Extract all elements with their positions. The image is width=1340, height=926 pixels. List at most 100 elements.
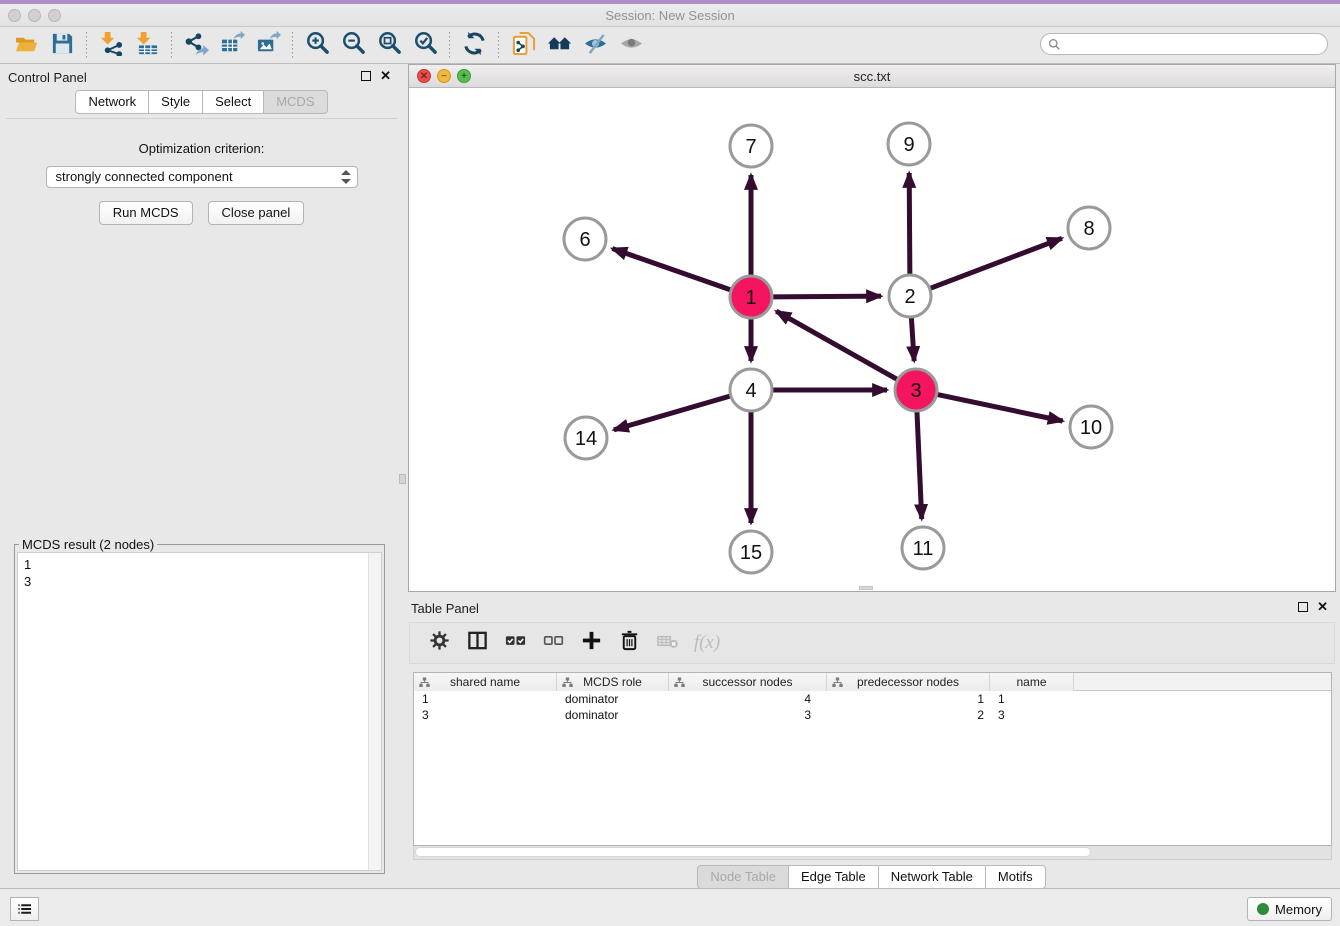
edge-3-1[interactable] <box>776 311 897 379</box>
node-14[interactable]: 14 <box>565 417 607 459</box>
edge-4-14[interactable] <box>614 396 730 430</box>
zoom-out-button[interactable] <box>335 31 371 61</box>
select-all-button[interactable] <box>498 627 532 659</box>
column-header-MCDS-role[interactable]: MCDS role <box>557 673 669 691</box>
show-all-button[interactable] <box>613 31 649 61</box>
cell-successor-nodes[interactable]: 3 <box>669 707 827 723</box>
float-panel-icon[interactable] <box>361 71 371 81</box>
close-table-panel-icon[interactable]: ✕ <box>1317 599 1328 615</box>
column-header-successor-nodes[interactable]: successor nodes <box>669 673 827 691</box>
table-row[interactable]: 1dominator411 <box>414 691 1331 707</box>
save-session-button[interactable] <box>44 31 80 61</box>
delete-row-button[interactable] <box>612 627 646 659</box>
edge-1-6[interactable] <box>612 249 730 290</box>
tab-network[interactable]: Network <box>75 90 149 114</box>
edge-3-10[interactable] <box>938 395 1063 421</box>
column-label: MCDS role <box>583 675 642 689</box>
criterion-select[interactable]: strongly connected component <box>46 166 358 188</box>
column-header-name[interactable]: name <box>990 673 1074 691</box>
cell-shared-name[interactable]: 3 <box>414 707 557 723</box>
node-7[interactable]: 7 <box>730 125 772 167</box>
save-session-icon <box>50 31 75 61</box>
cell-name[interactable]: 3 <box>990 707 1074 723</box>
run-mcds-button[interactable]: Run MCDS <box>99 201 193 225</box>
import-table-button[interactable] <box>129 31 165 61</box>
tab-motifs[interactable]: Motifs <box>986 865 1046 889</box>
apply-layout-button[interactable] <box>456 31 492 61</box>
cell-successor-nodes[interactable]: 4 <box>669 691 827 707</box>
edge-2-8[interactable] <box>931 238 1062 288</box>
delete-table-button[interactable] <box>650 627 684 659</box>
node-3[interactable]: 3 <box>895 369 937 411</box>
table-horizontal-scrollbar[interactable] <box>413 846 1332 860</box>
node-6[interactable]: 6 <box>564 218 606 260</box>
network-window-titlebar[interactable]: ✕ − + scc.txt <box>409 65 1335 88</box>
tab-style[interactable]: Style <box>149 90 203 114</box>
column-header-predecessor-nodes[interactable]: predecessor nodes <box>827 673 990 691</box>
node-4[interactable]: 4 <box>730 369 772 411</box>
cell-name[interactable]: 1 <box>990 691 1074 707</box>
unselect-all-button[interactable] <box>536 627 570 659</box>
canvas-resize-handle[interactable] <box>859 586 873 590</box>
edge-1-2[interactable] <box>773 296 881 297</box>
scroll-thumb[interactable] <box>415 847 1091 857</box>
search-input[interactable] <box>1061 37 1301 51</box>
column-sort-icon <box>674 677 685 688</box>
tab-network-table[interactable]: Network Table <box>879 865 986 889</box>
zoom-fit-icon <box>377 31 402 61</box>
result-scrollbar[interactable] <box>368 553 381 870</box>
node-8[interactable]: 8 <box>1068 207 1110 249</box>
add-row-button[interactable] <box>574 627 608 659</box>
first-neighbors-button[interactable] <box>541 31 577 61</box>
node-15[interactable]: 15 <box>730 531 772 573</box>
status-bar: Memory <box>0 888 1340 926</box>
mcds-result-group: MCDS result (2 nodes) 1 3 <box>14 544 385 874</box>
export-network-icon <box>184 31 209 61</box>
network-canvas[interactable]: 7 9 6 8 1 2 4 3 14 10 15 11 <box>409 88 1335 591</box>
zoom-selected-button[interactable] <box>407 31 443 61</box>
cell-MCDS-role[interactable]: dominator <box>557 707 669 723</box>
function-builder-button[interactable]: f(x) <box>688 627 722 659</box>
edge-3-11[interactable] <box>917 412 922 519</box>
export-image-button[interactable] <box>250 31 286 61</box>
float-table-panel-icon[interactable] <box>1298 602 1308 612</box>
show-columns-button[interactable] <box>460 627 494 659</box>
mcds-result-area[interactable]: 1 3 <box>17 552 382 871</box>
import-network-button[interactable] <box>93 31 129 61</box>
edge-2-3[interactable] <box>911 318 914 361</box>
splitter-handle[interactable] <box>399 474 406 484</box>
tab-mcds[interactable]: MCDS <box>264 90 327 114</box>
zoom-fit-button[interactable] <box>371 31 407 61</box>
node-10[interactable]: 10 <box>1070 406 1112 448</box>
memory-button[interactable]: Memory <box>1247 897 1332 921</box>
table-settings-icon <box>428 629 451 657</box>
cell-MCDS-role[interactable]: dominator <box>557 691 669 707</box>
application-window: Session: New Session Control Panel ✕ Net… <box>0 0 1340 926</box>
task-history-button[interactable] <box>10 897 39 921</box>
tab-edge-table[interactable]: Edge Table <box>789 865 879 889</box>
edge-2-9[interactable] <box>909 173 910 274</box>
close-panel-button[interactable]: Close panel <box>208 201 305 225</box>
node-11[interactable]: 11 <box>902 527 944 569</box>
node-2[interactable]: 2 <box>889 275 931 317</box>
export-table-button[interactable] <box>214 31 250 61</box>
tab-select[interactable]: Select <box>203 90 264 114</box>
node-1[interactable]: 1 <box>730 276 772 318</box>
close-panel-icon[interactable]: ✕ <box>380 68 391 84</box>
zoom-in-button[interactable] <box>299 31 335 61</box>
open-session-button[interactable] <box>8 31 44 61</box>
cell-shared-name[interactable]: 1 <box>414 691 557 707</box>
show-columns-icon <box>466 629 489 657</box>
table-settings-button[interactable] <box>422 627 456 659</box>
cell-predecessor-nodes[interactable]: 2 <box>827 707 990 723</box>
column-header-shared-name[interactable]: shared name <box>414 673 557 691</box>
export-network-button[interactable] <box>178 31 214 61</box>
new-network-from-selection-button[interactable] <box>505 31 541 61</box>
network-graph[interactable]: 7 9 6 8 1 2 4 3 14 10 15 11 <box>409 88 1335 591</box>
cell-predecessor-nodes[interactable]: 1 <box>827 691 990 707</box>
node-9[interactable]: 9 <box>888 123 930 165</box>
hide-selected-button[interactable] <box>577 31 613 61</box>
search-box[interactable] <box>1040 33 1328 55</box>
table-row[interactable]: 3dominator323 <box>414 707 1331 723</box>
tab-node-table[interactable]: Node Table <box>697 865 789 889</box>
